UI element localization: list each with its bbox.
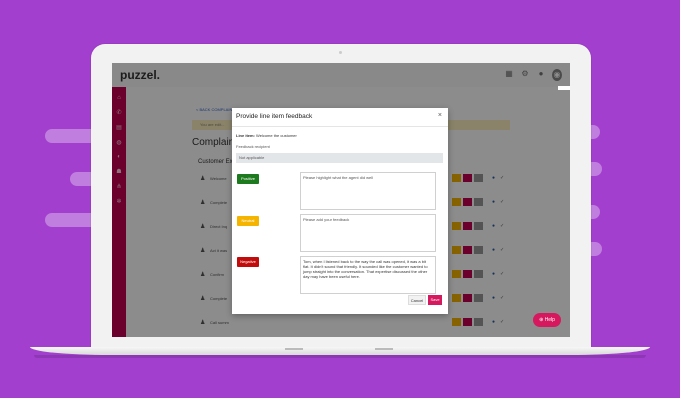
save-button[interactable]: Save (428, 295, 442, 305)
line-item-label: Line item: (236, 133, 255, 138)
neutral-feedback-input[interactable]: Please add your feedback (300, 214, 436, 252)
negative-feedback-input[interactable]: Tom, when I listened back to the way the… (300, 256, 436, 294)
line-item: Line item: Welcome the customer (236, 133, 297, 138)
screen-glare (558, 86, 570, 90)
cancel-button[interactable]: Cancel (408, 295, 426, 305)
recipient-select[interactable]: Not applicable (236, 153, 443, 163)
positive-feedback-input[interactable]: Please highlight what the agent did well (300, 172, 436, 210)
positive-button[interactable]: Positive (237, 174, 259, 184)
modal-title: Provide line item feedback (236, 113, 313, 120)
hinge-mark (375, 348, 393, 350)
negative-button[interactable]: Negative (237, 257, 259, 267)
hinge-mark (285, 348, 303, 350)
recipient-label: Feedback recipient (236, 144, 270, 149)
close-icon[interactable]: × (438, 112, 442, 119)
modal-header: Provide line item feedback × (232, 108, 448, 127)
neutral-button[interactable]: Neutral (237, 216, 259, 226)
laptop-screen: puzzel. ▦ ⚙ ● ◉ ⌂ ✆ ▤ ◍ ◐ ☗ ⋔ ✲ < BACK C… (112, 63, 570, 337)
camera-icon (339, 51, 342, 54)
line-item-value: Welcome the customer (256, 133, 297, 138)
help-button[interactable]: ⊕ Help (533, 313, 561, 327)
feedback-modal: Provide line item feedback × Line item: … (232, 108, 448, 314)
laptop-shadow (34, 355, 646, 358)
laptop-base (30, 347, 650, 355)
